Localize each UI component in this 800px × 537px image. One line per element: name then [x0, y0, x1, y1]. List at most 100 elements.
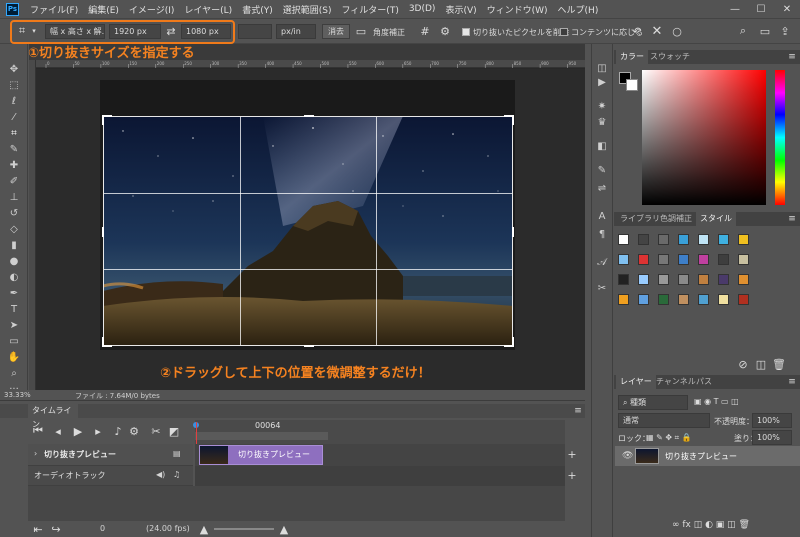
clear-style-icon[interactable]: ⊘ [737, 358, 749, 371]
menu-layer[interactable]: レイヤー(L) [179, 3, 237, 16]
style-swatch[interactable] [678, 294, 689, 305]
audio-track-lane[interactable] [195, 466, 565, 486]
zoom-out-mountain-icon[interactable]: ▲ [198, 523, 210, 536]
undo-icon[interactable]: ↶ [630, 24, 644, 38]
style-swatch[interactable] [698, 254, 709, 265]
style-swatch[interactable] [658, 294, 669, 305]
zoom-in-mountain-icon[interactable]: ▲ [278, 523, 290, 536]
style-swatch[interactable] [678, 254, 689, 265]
blur-tool-icon[interactable]: ● [7, 254, 21, 268]
history-panel-icon[interactable]: ◫ [596, 62, 608, 74]
style-swatch[interactable] [718, 294, 729, 305]
panel-menu-icon[interactable]: ≡ [786, 375, 798, 389]
layer-filter-select[interactable]: ⌕ 種類 [618, 395, 688, 410]
resolution-unit-select[interactable]: px/in [276, 24, 316, 39]
add-audio-icon[interactable]: + [566, 469, 578, 482]
film-icon[interactable]: ▤ [173, 449, 181, 458]
tab-styles[interactable]: スタイル [696, 212, 736, 226]
crop-handle-right[interactable] [512, 227, 514, 237]
audio-track-header[interactable]: オーディオトラック ◀) ♫ [28, 466, 193, 486]
mute-icon[interactable]: ♪ [112, 425, 124, 438]
trash-icon[interactable]: 🗑 [772, 358, 786, 371]
menu-type[interactable]: 書式(Y) [237, 3, 278, 16]
panel-menu-icon[interactable]: ≡ [786, 212, 798, 226]
eraser-tool-icon[interactable]: ◇ [7, 222, 21, 236]
adjustments-panel-icon[interactable]: ✷ [596, 100, 608, 112]
style-swatch[interactable] [678, 234, 689, 245]
timeline-zoom-slider[interactable] [214, 528, 274, 530]
maximize-icon[interactable]: ☐ [748, 0, 774, 18]
crop-handle-top-right[interactable] [504, 115, 514, 125]
eyedropper-tool-icon[interactable]: ✎ [7, 142, 21, 156]
style-swatch[interactable] [698, 234, 709, 245]
transition-icon[interactable]: ◩ [168, 425, 180, 438]
layer-filter-icons[interactable]: ▣ ◉ T ▭ ◫ [694, 397, 739, 406]
eye-icon[interactable]: 👁 [622, 451, 633, 461]
history-brush-tool-icon[interactable]: ↺ [7, 206, 21, 220]
paragraph-panel-icon[interactable]: ¶ [596, 228, 608, 240]
crop-handle-left[interactable] [102, 227, 104, 237]
style-swatch[interactable] [718, 234, 729, 245]
go-to-first-frame-icon[interactable]: ⏮ [32, 424, 44, 437]
style-swatch[interactable] [678, 274, 689, 285]
tab-paths[interactable]: パス [692, 375, 716, 389]
tab-color[interactable]: カラー [616, 50, 648, 64]
menu-select[interactable]: 選択範囲(S) [278, 3, 337, 16]
crop-handle-top-left[interactable] [102, 115, 112, 125]
style-swatch[interactable] [698, 274, 709, 285]
lasso-tool-icon[interactable]: ℓ [7, 94, 21, 108]
style-swatch[interactable] [718, 274, 729, 285]
zoom-tool-icon[interactable]: ⌕ [7, 366, 21, 380]
timeline-ruler[interactable]: 00064 [193, 420, 565, 444]
opacity-input[interactable]: 100% [752, 413, 792, 428]
tab-adjustments[interactable]: 色調補正 [656, 212, 696, 226]
tab-layers[interactable]: レイヤー [616, 375, 656, 389]
blend-mode-select[interactable]: 通常 [618, 413, 710, 428]
dodge-tool-icon[interactable]: ◐ [7, 270, 21, 284]
layer-footer-icons[interactable]: ∞ fx ◫ ◐ ▣ ◫ 🗑 [672, 520, 750, 530]
crop-handle-bottom[interactable] [304, 345, 314, 347]
convert-frames-icon[interactable]: ⇤ [32, 523, 44, 536]
panel-menu-icon[interactable]: ≡ [572, 404, 584, 418]
cancel-crop-icon[interactable]: ✕ [650, 24, 664, 39]
marquee-tool-icon[interactable]: ⬚ [7, 78, 21, 92]
horizontal-ruler[interactable]: 0 50 100 150 200 250 300 350 400 450 500 550 600 650 7… [36, 60, 585, 68]
path-select-tool-icon[interactable]: ➤ [7, 318, 21, 332]
add-video-icon[interactable]: + [566, 448, 578, 461]
style-swatch[interactable] [618, 274, 629, 285]
style-swatch[interactable] [638, 234, 649, 245]
play-icon[interactable]: ▶ [72, 425, 84, 438]
properties-panel-icon[interactable]: ◧ [596, 140, 608, 152]
style-swatch[interactable] [638, 294, 649, 305]
hue-slider[interactable] [775, 70, 785, 205]
minimize-icon[interactable]: — [722, 0, 748, 18]
video-track-header[interactable]: › 切り抜きプレビュー ▤ [28, 444, 193, 466]
healing-tool-icon[interactable]: ✚ [7, 158, 21, 172]
straighten-label[interactable]: 角度補正 [373, 27, 405, 38]
tool-presets-icon[interactable]: ✂ [596, 282, 608, 294]
style-swatch[interactable] [658, 234, 669, 245]
crop-handle-bottom-right[interactable] [504, 337, 514, 347]
style-swatch[interactable] [698, 294, 709, 305]
style-swatch[interactable] [638, 274, 649, 285]
crop-handle-top[interactable] [304, 115, 314, 117]
brush-settings-icon[interactable]: ✎ [596, 164, 608, 176]
menu-3d[interactable]: 3D(D) [404, 4, 441, 14]
menu-window[interactable]: ウィンドウ(W) [482, 3, 553, 16]
type-tool-icon[interactable]: T [7, 302, 21, 316]
style-swatch[interactable] [618, 234, 629, 245]
next-frame-icon[interactable]: ▸ [92, 425, 104, 438]
glyphs-panel-icon[interactable]: 𝒜 [596, 256, 608, 268]
crop-tool-icon[interactable]: ⌗ [7, 126, 21, 140]
search-icon[interactable]: ⌕ [736, 24, 750, 38]
stamp-tool-icon[interactable]: ⊥ [7, 190, 21, 204]
panel-menu-icon[interactable]: ≡ [786, 50, 798, 64]
tab-timeline[interactable]: タイムライン [28, 404, 78, 429]
lock-icons[interactable]: ▦ ✎ ✥ ⌗ 🔒 [646, 433, 692, 443]
previous-frame-icon[interactable]: ◂ [52, 425, 64, 438]
style-swatch[interactable] [658, 254, 669, 265]
magic-wand-tool-icon[interactable]: ⁄ [7, 110, 21, 124]
expand-arrow-icon[interactable]: › [34, 449, 37, 458]
layer-row[interactable]: 👁 切り抜きプレビュー [615, 446, 800, 466]
style-swatch[interactable] [738, 294, 749, 305]
